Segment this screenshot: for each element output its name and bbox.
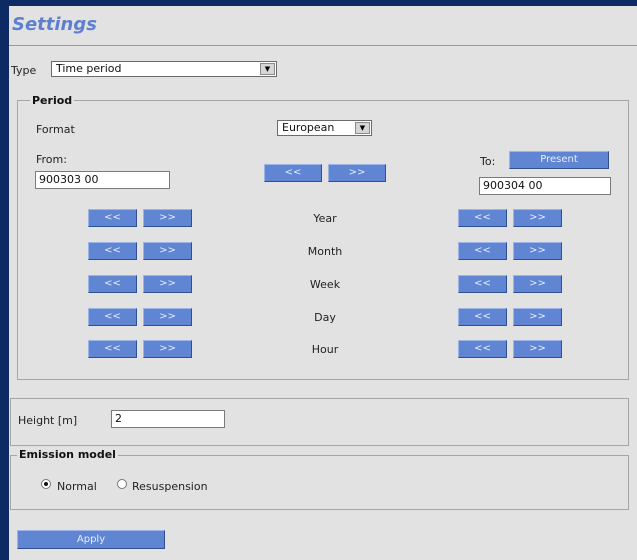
from-input[interactable]: 900303 00 bbox=[35, 171, 170, 189]
unit-label-month: Month bbox=[307, 245, 343, 258]
to-day-prev-button[interactable]: << bbox=[458, 308, 507, 326]
type-select-value: Time period bbox=[56, 62, 122, 75]
shift-forward-button[interactable]: >> bbox=[328, 164, 386, 182]
from-month-prev-button[interactable]: << bbox=[88, 242, 137, 260]
unit-label-day: Day bbox=[314, 311, 336, 324]
type-select[interactable]: Time period ▼ bbox=[51, 61, 277, 77]
dropdown-arrow-icon[interactable]: ▼ bbox=[260, 63, 275, 75]
emission-panel bbox=[10, 455, 629, 510]
radio-resuspension-label: Resuspension bbox=[132, 480, 208, 493]
period-panel bbox=[17, 100, 629, 380]
radio-resuspension[interactable] bbox=[117, 479, 127, 489]
format-label: Format bbox=[36, 123, 75, 136]
from-month-next-button[interactable]: >> bbox=[143, 242, 192, 260]
to-label: To: bbox=[480, 155, 496, 168]
height-label: Height [m] bbox=[18, 414, 78, 427]
to-week-next-button[interactable]: >> bbox=[513, 275, 562, 293]
apply-button[interactable]: Apply bbox=[17, 530, 165, 549]
from-week-next-button[interactable]: >> bbox=[143, 275, 192, 293]
height-input[interactable]: 2 bbox=[111, 410, 225, 428]
unit-label-hour: Hour bbox=[311, 343, 339, 356]
type-label: Type bbox=[11, 64, 37, 77]
page-title: Settings bbox=[12, 14, 97, 35]
window-frame-top bbox=[0, 0, 637, 6]
from-week-prev-button[interactable]: << bbox=[88, 275, 137, 293]
from-label: From: bbox=[36, 153, 67, 166]
to-week-prev-button[interactable]: << bbox=[458, 275, 507, 293]
to-month-prev-button[interactable]: << bbox=[458, 242, 507, 260]
emission-legend: Emission model bbox=[17, 448, 118, 461]
unit-label-week: Week bbox=[309, 278, 341, 291]
from-day-next-button[interactable]: >> bbox=[143, 308, 192, 326]
from-day-prev-button[interactable]: << bbox=[88, 308, 137, 326]
radio-normal-label: Normal bbox=[57, 480, 97, 493]
to-input[interactable]: 900304 00 bbox=[479, 177, 611, 195]
radio-normal[interactable] bbox=[41, 479, 51, 489]
format-select-value: European bbox=[282, 121, 335, 134]
unit-label-year: Year bbox=[313, 212, 337, 225]
format-select[interactable]: European ▼ bbox=[277, 120, 372, 136]
from-year-prev-button[interactable]: << bbox=[88, 209, 137, 227]
from-year-next-button[interactable]: >> bbox=[143, 209, 192, 227]
window-frame-left bbox=[0, 0, 9, 560]
from-hour-prev-button[interactable]: << bbox=[88, 340, 137, 358]
to-day-next-button[interactable]: >> bbox=[513, 308, 562, 326]
to-hour-prev-button[interactable]: << bbox=[458, 340, 507, 358]
to-hour-next-button[interactable]: >> bbox=[513, 340, 562, 358]
present-button[interactable]: Present bbox=[509, 151, 609, 169]
to-year-prev-button[interactable]: << bbox=[458, 209, 507, 227]
period-legend: Period bbox=[30, 94, 75, 107]
to-year-next-button[interactable]: >> bbox=[513, 209, 562, 227]
shift-back-button[interactable]: << bbox=[264, 164, 322, 182]
from-hour-next-button[interactable]: >> bbox=[143, 340, 192, 358]
to-month-next-button[interactable]: >> bbox=[513, 242, 562, 260]
dropdown-arrow-icon[interactable]: ▼ bbox=[355, 122, 370, 134]
title-divider bbox=[9, 45, 637, 46]
height-panel bbox=[10, 398, 629, 446]
